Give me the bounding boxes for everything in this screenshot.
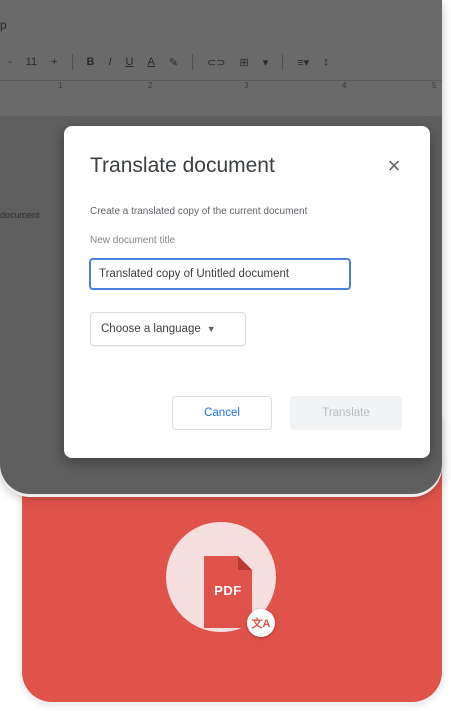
format-toolbar: - 11 + B I U A ✎ ⊂⊃ ⊞ ▾ ≡▾ ↕ <box>0 50 442 74</box>
italic-button[interactable]: I <box>108 56 111 68</box>
dialog-title: Translate document <box>90 154 275 177</box>
ruler-mark: 4 <box>342 81 347 90</box>
bold-button[interactable]: B <box>87 56 95 68</box>
close-icon[interactable]: × <box>382 154 406 178</box>
ruler-mark: 2 <box>148 81 153 90</box>
toolbar-divider <box>282 54 284 70</box>
translate-icon: 文A <box>247 609 275 637</box>
toolbar-divider <box>192 54 194 70</box>
language-select[interactable]: Choose a language ▼ <box>90 312 246 346</box>
pdf-file-label: PDF <box>214 583 242 598</box>
document-text: document <box>0 210 40 220</box>
translate-dialog: Translate document × Create a translated… <box>64 126 430 458</box>
dialog-description: Create a translated copy of the current … <box>90 206 308 217</box>
text-color-button[interactable]: A <box>148 56 155 68</box>
link-icon[interactable]: ⊂⊃ <box>207 56 225 69</box>
font-size-value[interactable]: 11 <box>26 56 37 68</box>
ruler: 1 2 3 4 5 <box>0 80 442 93</box>
image-options-icon[interactable]: ▾ <box>263 56 269 69</box>
ruler-mark: 1 <box>58 81 63 90</box>
font-size-decrease-button[interactable]: - <box>8 56 12 68</box>
align-icon[interactable]: ≡▾ <box>297 56 309 69</box>
underline-button[interactable]: U <box>126 56 134 68</box>
toolbar-divider <box>71 54 73 70</box>
ruler-mark: 3 <box>244 81 249 90</box>
docs-window: p - 11 + B I U A ✎ ⊂⊃ ⊞ ▾ ≡▾ ↕ 1 2 3 4 5… <box>0 0 442 494</box>
ruler-mark: 5 <box>432 81 437 90</box>
font-size-increase-button[interactable]: + <box>51 56 57 68</box>
highlight-icon[interactable]: ✎ <box>169 56 178 69</box>
editor-toolbar: p - 11 + B I U A ✎ ⊂⊃ ⊞ ▾ ≡▾ ↕ 1 2 3 4 5 <box>0 0 442 116</box>
cancel-button[interactable]: Cancel <box>172 396 272 430</box>
insert-image-icon[interactable]: ⊞ <box>240 56 249 69</box>
menu-hint: p <box>0 18 7 32</box>
line-spacing-icon[interactable]: ↕ <box>323 56 329 68</box>
language-select-label: Choose a language <box>101 323 201 335</box>
translate-button[interactable]: Translate <box>290 396 402 430</box>
document-title-input[interactable] <box>89 258 351 290</box>
title-field-label: New document title <box>90 235 176 246</box>
chevron-down-icon: ▼ <box>206 324 216 334</box>
